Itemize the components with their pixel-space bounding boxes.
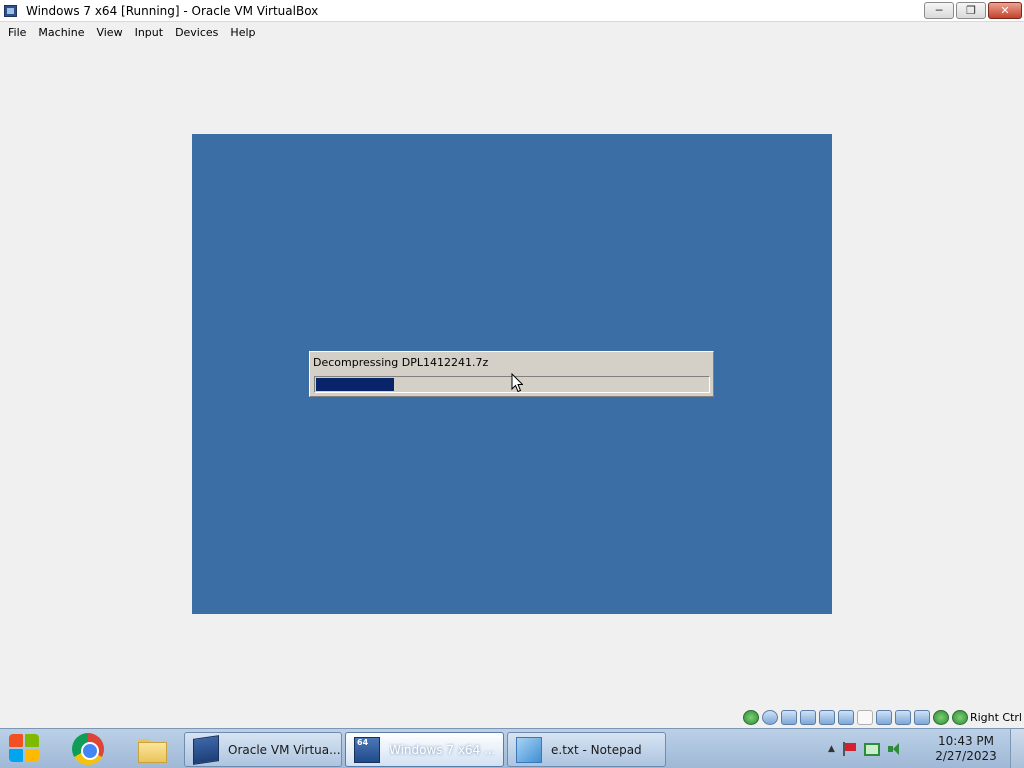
notepad-icon — [516, 736, 542, 763]
menu-file[interactable]: File — [2, 26, 32, 39]
taskbar-button-label: e.txt - Notepad — [551, 742, 642, 757]
host-key-label[interactable]: Right Ctrl — [970, 711, 1022, 724]
xp-icon-text: 64 — [357, 737, 369, 747]
display-icon[interactable] — [857, 710, 873, 725]
taskbar-button-virtualbox-manager[interactable]: Oracle VM Virtua... — [184, 732, 342, 767]
menu-devices[interactable]: Devices — [169, 26, 224, 39]
clock-time: 10:43 PM — [938, 734, 994, 748]
vbox-status-bar: Right Ctrl — [0, 707, 1024, 728]
optical-drive-icon[interactable] — [762, 710, 778, 725]
file-explorer-icon[interactable] — [135, 733, 167, 765]
network-status-icon[interactable] — [863, 742, 880, 756]
xp-vm-icon: 64 — [354, 736, 380, 763]
minimize-button[interactable]: ─ — [924, 2, 954, 19]
menu-bar: File Machine View Input Devices Help — [0, 23, 1024, 41]
virtualization-icon[interactable] — [933, 710, 949, 725]
taskbar-clock[interactable]: 10:43 PM 2/27/2023 — [928, 734, 1004, 764]
hard-disk-icon[interactable] — [743, 710, 759, 725]
taskbar-button-windows7-vm[interactable]: 64 Windows 7 x64 ... — [345, 732, 504, 767]
progress-fill — [316, 378, 395, 391]
shared-folders-icon[interactable] — [838, 710, 854, 725]
volume-icon[interactable] — [887, 742, 903, 756]
start-button[interactable] — [9, 734, 43, 764]
mouse-cursor-icon — [511, 373, 523, 393]
virtualbox-icon — [3, 3, 19, 19]
menu-help[interactable]: Help — [224, 26, 261, 39]
taskbar-button-label: Windows 7 x64 ... — [389, 742, 496, 757]
network-icon[interactable] — [800, 710, 816, 725]
clock-date: 2/27/2023 — [935, 749, 997, 763]
maximize-button[interactable]: ❐ — [956, 2, 986, 19]
menu-machine[interactable]: Machine — [32, 26, 90, 39]
window-title: Windows 7 x64 [Running] - Oracle VM Virt… — [26, 3, 319, 18]
show-hidden-icons-icon[interactable]: ▲ — [828, 744, 835, 754]
mouse-integration-icon[interactable] — [952, 710, 968, 725]
show-desktop-button[interactable] — [1010, 729, 1024, 768]
recording-icon[interactable] — [895, 710, 911, 725]
cpu-icon[interactable] — [914, 710, 930, 725]
windows-taskbar: Oracle VM Virtua... 64 Windows 7 x64 ...… — [0, 728, 1024, 768]
taskbar-button-notepad[interactable]: e.txt - Notepad — [507, 732, 666, 767]
chrome-icon[interactable] — [72, 733, 104, 765]
menu-input[interactable]: Input — [129, 26, 169, 39]
progress-label: Decompressing DPL1412241.7z — [313, 356, 489, 369]
title-bar: Windows 7 x64 [Running] - Oracle VM Virt… — [0, 0, 1024, 22]
action-center-flag-icon[interactable] — [842, 742, 857, 756]
status-icons — [743, 710, 968, 725]
menu-view[interactable]: View — [90, 26, 128, 39]
virtualbox-icon — [193, 734, 219, 765]
video-capture-icon[interactable] — [876, 710, 892, 725]
usb-icon[interactable] — [819, 710, 835, 725]
window-controls: ─ ❐ ✕ — [924, 2, 1022, 19]
close-button[interactable]: ✕ — [988, 2, 1022, 19]
system-tray: ▲ — [828, 741, 903, 757]
taskbar-button-label: Oracle VM Virtua... — [228, 742, 341, 757]
audio-icon[interactable] — [781, 710, 797, 725]
